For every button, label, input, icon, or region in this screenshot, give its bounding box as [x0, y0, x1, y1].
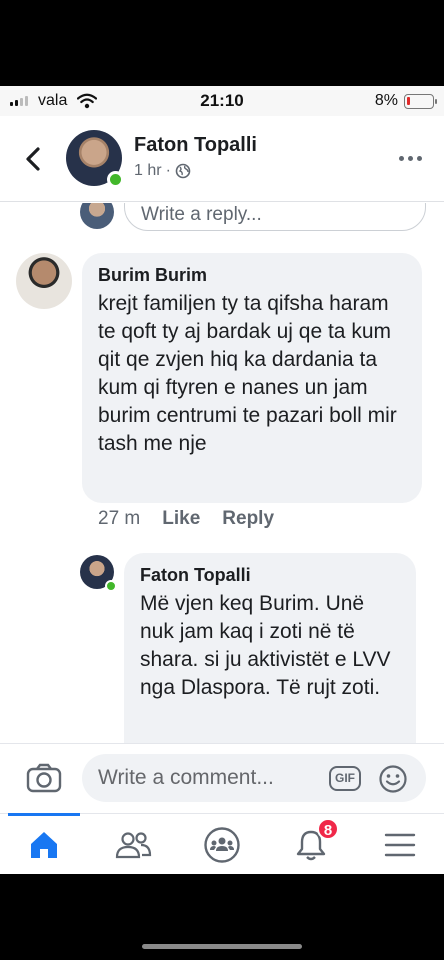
comments-feed: Write a reply... Burim Burim krejt famil…: [0, 203, 444, 743]
tab-menu[interactable]: [360, 814, 440, 874]
tab-home[interactable]: [4, 813, 84, 874]
comment-thread-header: Faton Topalli 1 hr ·: [0, 116, 444, 202]
comment-input[interactable]: Write a comment...: [82, 754, 426, 802]
comment-actions: 27 m Like Reply: [98, 508, 274, 530]
battery-percentage: 8%: [374, 92, 398, 109]
reply-input[interactable]: Write a reply...: [124, 203, 426, 231]
globe-icon: [175, 163, 191, 179]
comment-time: 27 m: [98, 508, 141, 529]
author-name[interactable]: Faton Topalli: [134, 134, 257, 157]
commenter-avatar[interactable]: [16, 253, 72, 309]
gif-icon[interactable]: GIF: [329, 766, 361, 791]
reply-button[interactable]: Reply: [222, 508, 274, 530]
reply-bubble: Faton Topalli Më vjen keq Burim. Unë nuk…: [124, 553, 416, 743]
comment-author[interactable]: Burim Burim: [98, 265, 406, 286]
comment-text: krejt familjen ty ta qifsha haram te qof…: [98, 292, 397, 455]
like-button[interactable]: Like: [162, 508, 200, 530]
battery-icon: [404, 94, 437, 109]
author-avatar[interactable]: [66, 130, 124, 188]
back-arrow-icon[interactable]: [22, 144, 46, 174]
tab-groups[interactable]: [182, 814, 262, 874]
comment-composer: Write a comment... GIF: [0, 743, 444, 813]
notification-count-badge: 8: [317, 818, 339, 840]
friends-icon: [115, 831, 152, 858]
camera-icon[interactable]: [26, 763, 62, 793]
more-options-icon[interactable]: [399, 156, 422, 161]
hamburger-menu-icon: [384, 833, 416, 856]
meta-separator: ·: [165, 162, 171, 179]
app-screen: vala 21:10 8% Faton Topalli 1 hr · Write…: [0, 86, 444, 874]
tab-friends[interactable]: [93, 814, 173, 874]
home-icon: [31, 831, 57, 858]
reply-author[interactable]: Faton Topalli: [140, 565, 400, 586]
bottom-tab-bar: 8: [0, 813, 444, 874]
reply-text: Më vjen keq Burim. Unë nuk jam kaq i zot…: [140, 592, 391, 699]
online-status-indicator: [107, 171, 124, 188]
groups-icon: [204, 826, 240, 863]
status-bar: vala 21:10 8%: [0, 86, 444, 116]
tab-notifications[interactable]: 8: [271, 814, 351, 874]
reply-author-avatar[interactable]: [80, 555, 117, 592]
reply-avatar: [80, 203, 114, 229]
emoji-icon[interactable]: [378, 764, 408, 794]
comment-bubble: Burim Burim krejt familjen ty ta qifsha …: [82, 253, 422, 503]
online-status-indicator: [105, 580, 117, 592]
post-time[interactable]: 1 hr: [134, 162, 162, 180]
post-meta: 1 hr ·: [134, 162, 191, 180]
home-indicator[interactable]: [142, 944, 302, 949]
